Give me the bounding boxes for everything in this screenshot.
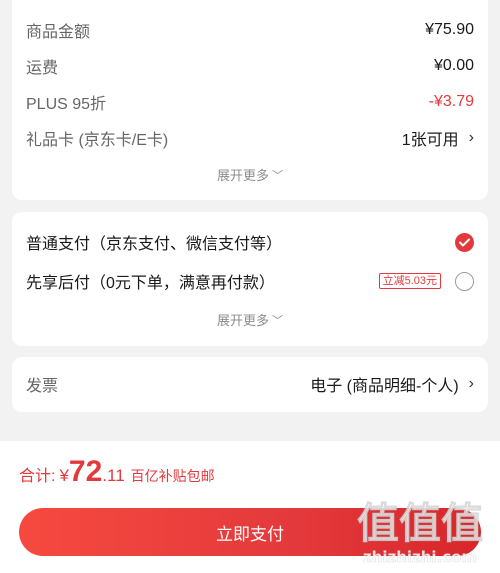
price-summary-card: 商品金额 ¥75.90 运费 ¥0.00 PLUS 95折 -¥3.79 礼品卡… <box>12 0 488 200</box>
chevron-right-icon: › <box>468 375 474 392</box>
pay-now-button[interactable]: 立即支付 <box>19 508 481 556</box>
summary-expand-more[interactable]: 展开更多 ﹀ <box>12 165 488 184</box>
payment-expand-more-label: 展开更多 <box>216 313 269 328</box>
total-label: 合计: <box>19 468 56 485</box>
payment-option-standard[interactable]: 普通支付（京东支付、微信支付等） <box>26 230 474 254</box>
checkout-page: 商品金额 ¥75.90 运费 ¥0.00 PLUS 95折 -¥3.79 礼品卡… <box>0 0 500 573</box>
payment-option-standard-label: 普通支付（京东支付、微信支付等） <box>26 236 283 253</box>
plus-discount-row: PLUS 95折 -¥3.79 <box>26 90 474 114</box>
gift-card-row[interactable]: 礼品卡 (京东卡/E卡) 1张可用 › <box>26 126 474 150</box>
chevron-down-icon: ﹀ <box>272 315 283 327</box>
payment-option-pay-later[interactable]: 先享后付（0元下单，满意再付款） 立减5.03元 <box>26 269 474 293</box>
invoice-card[interactable]: 发票 电子 (商品明细-个人) › <box>12 357 488 412</box>
chevron-down-icon: ﹀ <box>272 170 283 182</box>
payment-method-card: 普通支付（京东支付、微信支付等） 先享后付（0元下单，满意再付款） 立减5.03… <box>12 212 488 346</box>
gift-card-value: 1张可用 <box>401 132 459 149</box>
payment-expand-more[interactable]: 展开更多 ﹀ <box>12 310 488 329</box>
total-currency: ¥ <box>59 466 69 485</box>
invoice-row[interactable]: 发票 电子 (商品明细-个人) › <box>26 372 474 396</box>
invoice-value: 电子 (商品明细-个人) <box>310 378 459 395</box>
total-amount-integer: 72 <box>68 455 103 488</box>
total-amount-decimal: .11 <box>102 466 125 485</box>
plus-discount-value: -¥3.79 <box>428 93 474 110</box>
plus-discount-label: PLUS 95折 <box>26 96 107 113</box>
summary-expand-more-label: 展开更多 <box>216 168 269 183</box>
subsidy-note: 百亿补贴包邮 <box>130 468 215 484</box>
subtotal-value: ¥75.90 <box>425 21 474 38</box>
chevron-right-icon: › <box>468 129 474 146</box>
gift-card-label: 礼品卡 (京东卡/E卡) <box>26 132 169 149</box>
subtotal-row: 商品金额 ¥75.90 <box>26 18 474 42</box>
invoice-label: 发票 <box>26 378 59 395</box>
discount-badge: 立减5.03元 <box>378 273 441 289</box>
subtotal-label: 商品金额 <box>26 24 91 41</box>
payment-option-pay-later-label: 先享后付（0元下单，满意再付款） <box>26 275 275 292</box>
shipping-label: 运费 <box>26 60 59 77</box>
shipping-row: 运费 ¥0.00 <box>26 54 474 78</box>
shipping-value: ¥0.00 <box>433 57 474 74</box>
radio-unchecked-icon[interactable] <box>455 271 474 291</box>
order-total: 合计: ¥ 72 .11 百亿补贴包邮 <box>19 455 215 495</box>
checkout-bottom-bar: 合计: ¥ 72 .11 百亿补贴包邮 立即支付 <box>0 441 500 573</box>
checked-circle-icon[interactable] <box>455 232 474 252</box>
